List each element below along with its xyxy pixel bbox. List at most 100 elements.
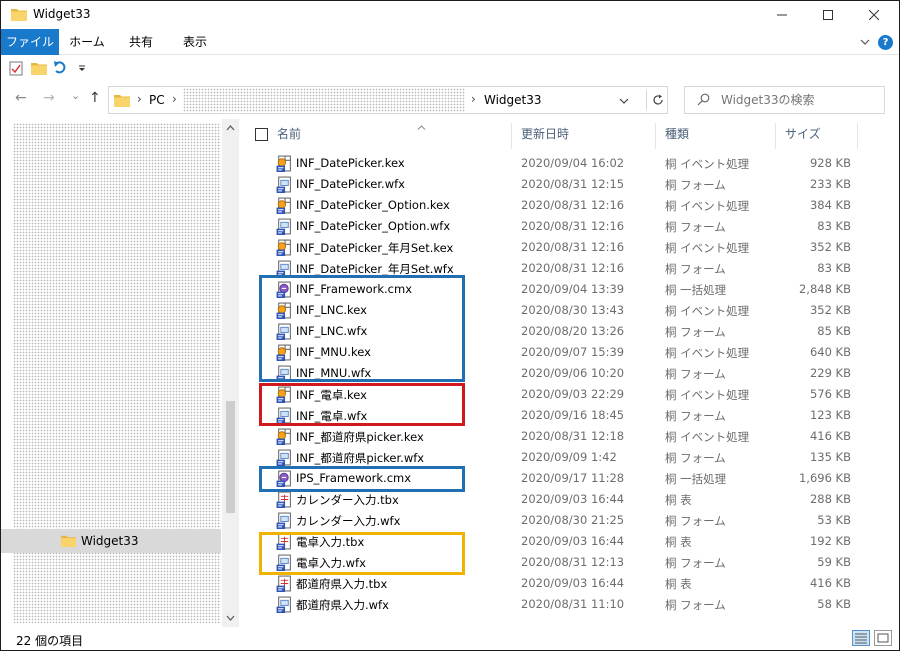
- file-row[interactable]: INF_MNU.wfx 2020/09/06 10:20 桐 フォーム 229 KB: [239, 363, 899, 384]
- minimize-button[interactable]: [759, 1, 805, 29]
- breadcrumb-pc[interactable]: PC: [149, 93, 165, 107]
- file-size: 640 KB: [809, 345, 851, 359]
- column-header-type[interactable]: 種類: [665, 125, 775, 147]
- file-name: INF_DatePicker_Option.kex: [296, 198, 450, 212]
- select-all-checkbox[interactable]: [255, 128, 268, 141]
- file-type: 桐 一括処理: [665, 283, 727, 297]
- tab-file[interactable]: ファイル: [1, 29, 59, 55]
- maximize-button[interactable]: [805, 1, 851, 29]
- wfx-icon: [276, 176, 291, 193]
- file-row[interactable]: INF_都道府県picker.kex 2020/08/31 12:18 桐 イベント…: [239, 426, 899, 447]
- breadcrumb-separator[interactable]: ›: [471, 92, 476, 106]
- customize-toolbar-icon[interactable]: [78, 65, 86, 73]
- file-row[interactable]: 都道府県入力.wfx 2020/08/31 11:10 桐 フォーム 58 KB: [239, 594, 899, 615]
- tab-home[interactable]: ホーム: [63, 29, 111, 55]
- wfx-icon: [276, 218, 291, 235]
- undo-icon[interactable]: [53, 60, 67, 76]
- scroll-down-icon[interactable]: [226, 615, 235, 621]
- up-button[interactable]: ↑: [89, 90, 101, 106]
- column-header-name[interactable]: 名前: [277, 125, 511, 147]
- column-divider[interactable]: [857, 123, 858, 149]
- file-row[interactable]: INF_Framework.cmx 2020/09/04 13:39 桐 一括処理 2…: [239, 279, 899, 300]
- file-size: 83 KB: [817, 261, 851, 275]
- forward-button[interactable]: →: [43, 90, 55, 106]
- file-row[interactable]: 電卓入力.tbx 2020/09/03 16:44 桐 表 192 KB: [239, 531, 899, 552]
- file-type: 桐 フォーム: [665, 262, 726, 276]
- refresh-button[interactable]: [646, 90, 668, 110]
- minimize-icon: [777, 14, 787, 16]
- search-box[interactable]: [684, 86, 885, 114]
- file-type: 桐 イベント処理: [665, 241, 750, 255]
- file-row[interactable]: INF_DatePicker_年月Set.kex 2020/08/31 12:16…: [239, 237, 899, 258]
- nav-scrollbar[interactable]: [222, 119, 239, 627]
- file-date: 2020/09/04 13:39: [521, 282, 625, 296]
- file-date: 2020/09/03 22:29: [521, 387, 625, 401]
- file-name: INF_LNC.wfx: [296, 324, 368, 338]
- large-icons-view-button[interactable]: [874, 630, 892, 646]
- column-header-date[interactable]: 更新日時: [521, 125, 651, 147]
- file-type: 桐 イベント処理: [665, 157, 750, 171]
- ribbon-tabs: ファイル ホーム 共有 表示 ?: [1, 29, 899, 55]
- file-name: 都道府県入力.tbx: [296, 577, 388, 591]
- file-row[interactable]: INF_LNC.wfx 2020/08/20 13:26 桐 フォーム 85 KB: [239, 321, 899, 342]
- tbx-icon: [276, 575, 291, 592]
- file-row[interactable]: INF_DatePicker.wfx 2020/08/31 12:15 桐 フォーム…: [239, 174, 899, 195]
- file-row[interactable]: カレンダー入力.wfx 2020/08/30 21:25 桐 フォーム 53 KB: [239, 510, 899, 531]
- file-type: 桐 フォーム: [665, 325, 726, 339]
- file-row[interactable]: 都道府県入力.tbx 2020/09/03 16:44 桐 表 416 KB: [239, 573, 899, 594]
- breadcrumb-current[interactable]: Widget33: [484, 93, 542, 107]
- file-size: 2,848 KB: [798, 282, 851, 296]
- file-type: 桐 フォーム: [665, 514, 726, 528]
- close-button[interactable]: [851, 1, 897, 29]
- properties-icon[interactable]: [9, 60, 23, 76]
- tab-share[interactable]: 共有: [117, 29, 165, 55]
- search-input[interactable]: [721, 91, 881, 109]
- file-row[interactable]: IPS_Framework.cmx 2020/09/17 11:28 桐 一括処理 1…: [239, 468, 899, 489]
- help-icon[interactable]: ?: [878, 35, 893, 50]
- window-title: Widget33: [33, 7, 91, 21]
- navigation-bar: ← → ⌄ ↑ › PC › › Widget33: [1, 81, 899, 119]
- scroll-up-icon[interactable]: [226, 125, 235, 131]
- breadcrumb-separator[interactable]: ›: [172, 92, 177, 106]
- file-size: 53 KB: [817, 513, 851, 527]
- file-row[interactable]: INF_LNC.kex 2020/08/30 13:43 桐 イベント処理 352 K…: [239, 300, 899, 321]
- file-date: 2020/09/04 16:02: [521, 156, 625, 170]
- file-row[interactable]: INF_MNU.kex 2020/09/07 15:39 桐 イベント処理 640 K…: [239, 342, 899, 363]
- file-row[interactable]: INF_DatePicker_年月Set.wfx 2020/08/31 12:16…: [239, 258, 899, 279]
- file-date: 2020/09/07 15:39: [521, 345, 625, 359]
- file-row[interactable]: INF_電卓.kex 2020/09/03 22:29 桐 イベント処理 576 KB: [239, 384, 899, 405]
- file-row[interactable]: INF_DatePicker.kex 2020/09/04 16:02 桐 イベント…: [239, 153, 899, 174]
- new-folder-icon[interactable]: [31, 61, 47, 75]
- file-size: 928 KB: [809, 156, 851, 170]
- file-row[interactable]: カレンダー入力.tbx 2020/09/03 16:44 桐 表 288 KB: [239, 489, 899, 510]
- kex-icon: [276, 428, 291, 445]
- recent-locations-button[interactable]: ⌄: [71, 89, 80, 102]
- ribbon-expand-icon[interactable]: [860, 38, 870, 46]
- file-row[interactable]: INF_都道府県picker.wfx 2020/09/09 1:42 桐 フォーム 1…: [239, 447, 899, 468]
- file-type: 桐 一括処理: [665, 472, 727, 486]
- column-divider[interactable]: [511, 123, 512, 149]
- file-row[interactable]: INF_電卓.wfx 2020/09/16 18:45 桐 フォーム 123 KB: [239, 405, 899, 426]
- scroll-thumb[interactable]: [226, 401, 235, 513]
- column-divider[interactable]: [655, 123, 656, 149]
- tree-item-selected[interactable]: Widget33: [1, 529, 221, 553]
- address-bar[interactable]: › PC › › Widget33: [108, 86, 668, 114]
- file-size: 83 KB: [817, 219, 851, 233]
- file-type: 桐 イベント処理: [665, 346, 750, 360]
- tab-view[interactable]: 表示: [171, 29, 219, 55]
- breadcrumb-separator[interactable]: ›: [137, 92, 142, 106]
- file-row[interactable]: INF_DatePicker_Option.wfx 2020/08/31 12:1…: [239, 216, 899, 237]
- file-row[interactable]: INF_DatePicker_Option.kex 2020/08/31 12:1…: [239, 195, 899, 216]
- file-name: INF_Framework.cmx: [296, 282, 413, 296]
- back-button[interactable]: ←: [15, 90, 27, 106]
- column-divider[interactable]: [775, 123, 776, 149]
- address-dropdown-icon[interactable]: [619, 97, 629, 105]
- maximize-icon: [823, 10, 833, 20]
- file-type: 桐 イベント処理: [665, 430, 750, 444]
- file-name: INF_MNU.wfx: [296, 366, 372, 380]
- column-name-label: 名前: [277, 127, 302, 141]
- file-row[interactable]: 電卓入力.wfx 2020/08/31 12:13 桐 フォーム 59 KB: [239, 552, 899, 573]
- details-view-button[interactable]: [852, 630, 870, 646]
- wfx-icon: [276, 323, 291, 340]
- column-header-size[interactable]: サイズ: [785, 125, 855, 147]
